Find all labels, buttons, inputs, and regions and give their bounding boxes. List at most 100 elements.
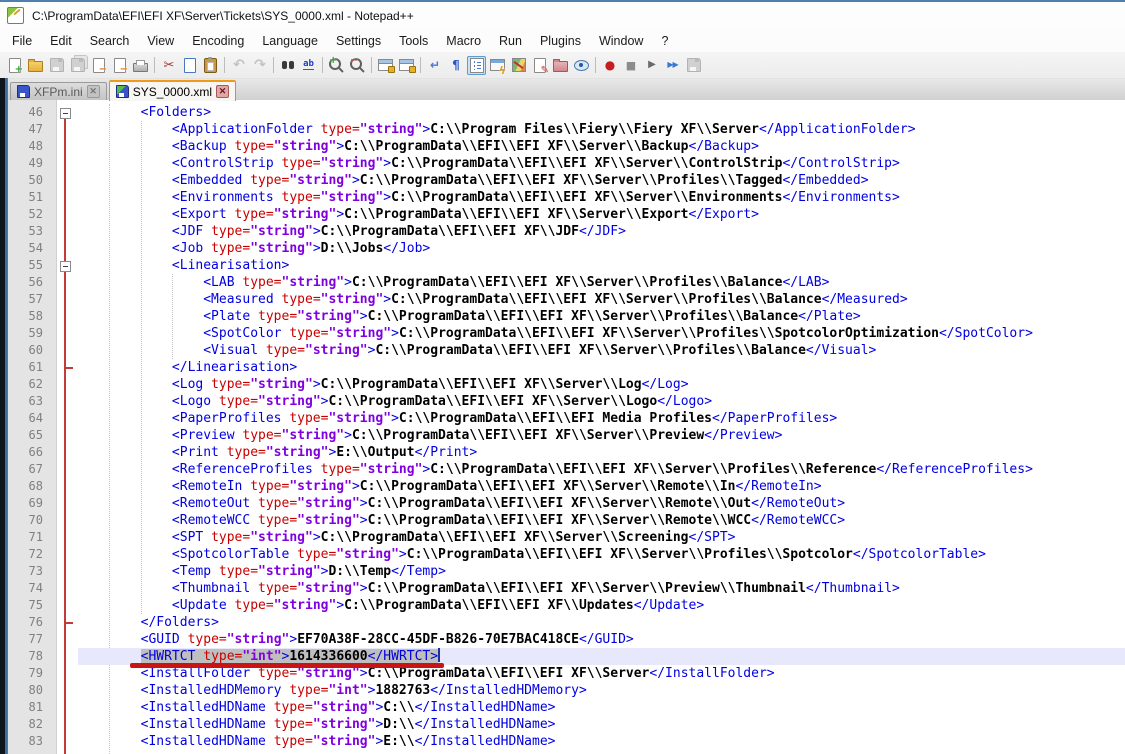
save-icon[interactable] — [47, 56, 66, 75]
fold-collapse-box[interactable] — [60, 108, 71, 119]
code-line-74[interactable]: <Thumbnail type="string">C:\\ProgramData… — [78, 580, 1125, 597]
code-line-66[interactable]: <Print type="string">E:\\Output</Print> — [78, 444, 1125, 461]
code-line-59[interactable]: <SpotColor type="string">C:\\ProgramData… — [78, 325, 1125, 342]
menu-plugins[interactable]: Plugins — [531, 31, 590, 51]
code-line-76[interactable]: </Folders> — [78, 614, 1125, 631]
folder-as-workspace-icon[interactable] — [551, 56, 570, 75]
code-line-67[interactable]: <ReferenceProfiles type="string">C:\\Pro… — [78, 461, 1125, 478]
cut-icon[interactable]: ✂ — [159, 56, 178, 75]
code-line-56[interactable]: <LAB type="string">C:\\ProgramData\\EFI\… — [78, 274, 1125, 291]
code-line-57[interactable]: <Measured type="string">C:\\ProgramData\… — [78, 291, 1125, 308]
find-icon[interactable] — [278, 56, 297, 75]
new-file-icon[interactable]: + — [5, 56, 24, 75]
show-all-characters-icon[interactable]: ¶ — [446, 56, 465, 75]
line-number: 63 — [8, 393, 56, 410]
code-line-70[interactable]: <RemoteWCC type="string">C:\\ProgramData… — [78, 512, 1125, 529]
code-line-55[interactable]: <Linearisation> — [78, 257, 1125, 274]
code-line-63[interactable]: <Logo type="string">C:\\ProgramData\\EFI… — [78, 393, 1125, 410]
menu-tools[interactable]: Tools — [390, 31, 437, 51]
line-number: 58 — [8, 308, 56, 325]
menu-encoding[interactable]: Encoding — [183, 31, 253, 51]
define-language-icon[interactable]: ϟ — [488, 56, 507, 75]
code-line-80[interactable]: <InstalledHDMemory type="int">1882763</I… — [78, 682, 1125, 699]
line-number: 54 — [8, 240, 56, 257]
undo-icon[interactable]: ↶ — [229, 56, 248, 75]
code-line-81[interactable]: <InstalledHDName type="string">C:\\</Ins… — [78, 699, 1125, 716]
code-line-46[interactable]: <Folders> — [78, 104, 1125, 121]
line-number: 77 — [8, 631, 56, 648]
line-number: 64 — [8, 410, 56, 427]
monitoring-icon[interactable] — [572, 56, 591, 75]
line-number: 83 — [8, 733, 56, 750]
code-line-50[interactable]: <Embedded type="string">C:\\ProgramData\… — [78, 172, 1125, 189]
macro-run-multiple-icon[interactable]: ▶▶ — [663, 56, 682, 75]
code-line-54[interactable]: <Job type="string">D:\\Jobs</Job> — [78, 240, 1125, 257]
line-number: 75 — [8, 597, 56, 614]
code-area[interactable]: <Folders> <ApplicationFolder type="strin… — [78, 104, 1125, 754]
menu-edit[interactable]: Edit — [41, 31, 81, 51]
menu-file[interactable]: File — [3, 31, 41, 51]
code-line-53[interactable]: <JDF type="string">C:\\ProgramData\\EFI\… — [78, 223, 1125, 240]
editor-pane[interactable]: 4647484950515253545556575859606162636465… — [0, 100, 1125, 754]
code-line-75[interactable]: <Update type="string">C:\\ProgramData\\E… — [78, 597, 1125, 614]
code-line-48[interactable]: <Backup type="string">C:\\ProgramData\\E… — [78, 138, 1125, 155]
line-number: 52 — [8, 206, 56, 223]
code-line-72[interactable]: <SpotcolorTable type="string">C:\\Progra… — [78, 546, 1125, 563]
sync-horizontal-icon[interactable] — [397, 56, 416, 75]
document-map-icon[interactable] — [509, 56, 528, 75]
code-line-82[interactable]: <InstalledHDName type="string">D:\\</Ins… — [78, 716, 1125, 733]
paste-icon[interactable] — [201, 56, 220, 75]
code-line-64[interactable]: <PaperProfiles type="string">C:\\Program… — [78, 410, 1125, 427]
title-bar[interactable]: C:\ProgramData\EFI\EFI XF\Server\Tickets… — [0, 2, 1125, 29]
code-line-62[interactable]: <Log type="string">C:\\ProgramData\\EFI\… — [78, 376, 1125, 393]
menu-language[interactable]: Language — [253, 31, 327, 51]
show-indent-guide-icon[interactable] — [467, 56, 486, 75]
code-line-77[interactable]: <GUID type="string">EF70A38F-28CC-45DF-B… — [78, 631, 1125, 648]
code-line-71[interactable]: <SPT type="string">C:\\ProgramData\\EFI\… — [78, 529, 1125, 546]
menu-help[interactable]: ? — [652, 31, 677, 51]
close-file-icon[interactable]: − — [89, 56, 108, 75]
code-line-73[interactable]: <Temp type="string">D:\\Temp</Temp> — [78, 563, 1125, 580]
menu-settings[interactable]: Settings — [327, 31, 390, 51]
code-line-49[interactable]: <ControlStrip type="string">C:\\ProgramD… — [78, 155, 1125, 172]
copy-icon[interactable] — [180, 56, 199, 75]
code-line-83[interactable]: <InstalledHDName type="string">E:\\</Ins… — [78, 733, 1125, 750]
tab-close-icon[interactable]: ✕ — [216, 85, 229, 98]
replace-icon[interactable]: ab — [299, 56, 318, 75]
macro-stop-icon[interactable]: ■ — [621, 56, 640, 75]
macro-play-icon[interactable]: ▶ — [642, 56, 661, 75]
code-line-60[interactable]: <Visual type="string">C:\\ProgramData\\E… — [78, 342, 1125, 359]
fold-collapse-box[interactable] — [60, 261, 71, 272]
menu-search[interactable]: Search — [81, 31, 139, 51]
code-line-69[interactable]: <RemoteOut type="string">C:\\ProgramData… — [78, 495, 1125, 512]
toolbar-separator — [371, 57, 372, 73]
code-line-68[interactable]: <RemoteIn type="string">C:\\ProgramData\… — [78, 478, 1125, 495]
word-wrap-icon[interactable]: ↵ — [425, 56, 444, 75]
tab-xfpm-ini[interactable]: XFPm.ini✕ — [10, 82, 107, 100]
code-line-51[interactable]: <Environments type="string">C:\\ProgramD… — [78, 189, 1125, 206]
line-number: 80 — [8, 682, 56, 699]
menu-window[interactable]: Window — [590, 31, 652, 51]
print-icon[interactable] — [131, 56, 150, 75]
zoom-out-icon[interactable]: − — [348, 56, 367, 75]
open-file-icon[interactable] — [26, 56, 45, 75]
fold-end-tick — [66, 367, 73, 369]
tab-close-icon[interactable]: ✕ — [87, 85, 100, 98]
save-all-icon[interactable] — [68, 56, 87, 75]
code-line-65[interactable]: <Preview type="string">C:\\ProgramData\\… — [78, 427, 1125, 444]
redo-icon[interactable]: ↷ — [250, 56, 269, 75]
sync-vertical-icon[interactable] — [376, 56, 395, 75]
menu-run[interactable]: Run — [490, 31, 531, 51]
macro-save-icon[interactable] — [684, 56, 703, 75]
macro-record-icon[interactable]: ● — [600, 56, 619, 75]
menu-macro[interactable]: Macro — [437, 31, 490, 51]
code-line-47[interactable]: <ApplicationFolder type="string">C:\\Pro… — [78, 121, 1125, 138]
zoom-in-icon[interactable]: + — [327, 56, 346, 75]
code-line-61[interactable]: </Linearisation> — [78, 359, 1125, 376]
tab-sys-0000-xml[interactable]: SYS_0000.xml✕ — [109, 80, 236, 101]
function-list-icon[interactable]: ✎ — [530, 56, 549, 75]
code-line-58[interactable]: <Plate type="string">C:\\ProgramData\\EF… — [78, 308, 1125, 325]
close-all-icon[interactable]: − — [110, 56, 129, 75]
code-line-52[interactable]: <Export type="string">C:\\ProgramData\\E… — [78, 206, 1125, 223]
menu-view[interactable]: View — [138, 31, 183, 51]
